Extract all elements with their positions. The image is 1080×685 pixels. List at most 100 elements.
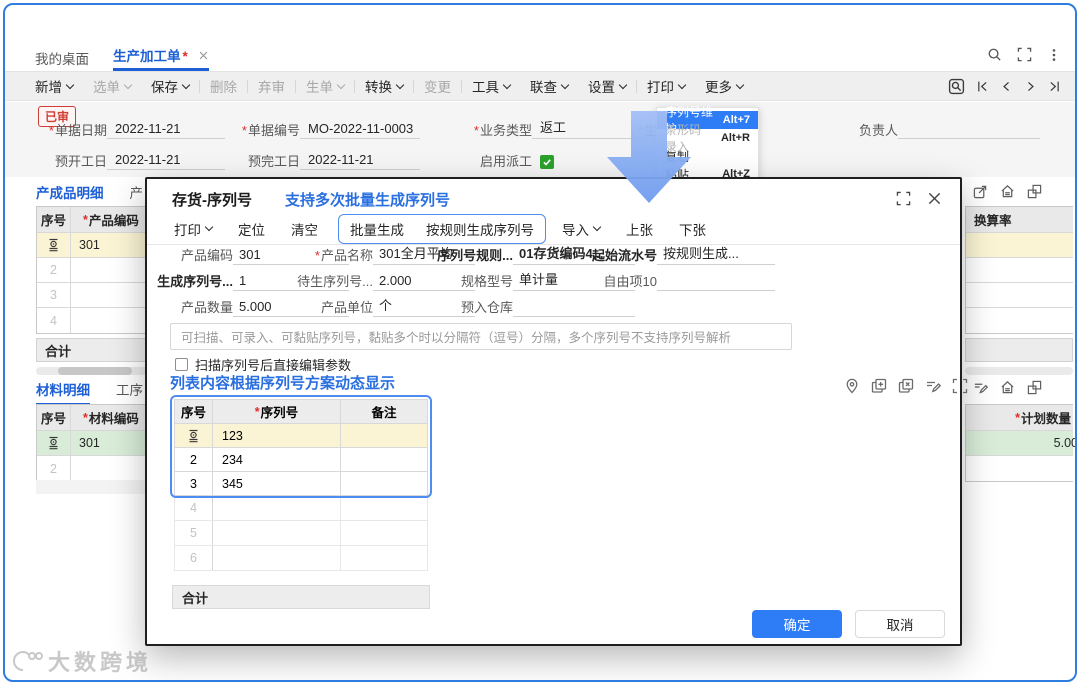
cancel-button[interactable]: 取消 <box>855 610 945 638</box>
dialog-clear-button[interactable]: 清空 <box>291 219 318 239</box>
table-row[interactable]: 123 <box>174 424 428 448</box>
serial-cell[interactable]: 345 <box>213 472 341 495</box>
toolbar-save-button[interactable]: 保存 <box>141 76 199 96</box>
table-row[interactable]: 2 <box>37 456 151 481</box>
doc-no-value[interactable]: MO-2022-11-0003 <box>300 121 420 139</box>
table-row[interactable]: 4 <box>174 496 428 521</box>
chevron-down-icon <box>618 80 628 89</box>
start-serial-value[interactable]: 按规则生成... <box>657 243 775 265</box>
toolbar-new-button[interactable]: 新增 <box>35 76 83 96</box>
doc-date-value[interactable]: 2022-11-21 <box>107 121 225 139</box>
confirm-button[interactable]: 确定 <box>752 610 842 638</box>
generate-by-rule-button[interactable]: 按规则生成序列号 <box>426 219 534 239</box>
home-icon[interactable] <box>1000 380 1015 395</box>
serial-cell[interactable]: 123 <box>213 424 341 447</box>
copy-card-delete-icon[interactable] <box>898 378 914 394</box>
table-row[interactable]: 5 <box>174 521 428 546</box>
plan-start-value[interactable]: 2022-11-21 <box>107 152 225 170</box>
toolbar-select-button[interactable]: 选单 <box>83 76 141 96</box>
tab-material-detail[interactable]: 材料明细 <box>36 379 90 406</box>
remark-cell[interactable] <box>341 448 427 471</box>
toolbar-more-button[interactable]: 更多 <box>695 76 753 96</box>
remark-cell[interactable] <box>341 472 427 495</box>
table-row[interactable]: 5.00 <box>966 431 1075 456</box>
table-row[interactable]: 2 <box>37 258 151 283</box>
table-row[interactable] <box>966 456 1073 481</box>
layout-grid-icon[interactable] <box>1027 184 1042 199</box>
toolbar-generate-button[interactable]: 生单 <box>296 76 354 96</box>
toolbar-unapprove-button[interactable]: 弃审 <box>248 76 295 96</box>
app-screen: 我的桌面 生产加工单 * 新增 选单 保存 删除 弃审 生单 转换 变更 工具 联… <box>0 0 1080 685</box>
toolbar-print-button[interactable]: 打印 <box>637 76 695 96</box>
previous-record-icon[interactable] <box>1000 80 1013 93</box>
first-record-icon[interactable] <box>976 80 989 93</box>
manager-value[interactable] <box>898 121 1040 139</box>
tab-my-desktop[interactable]: 我的桌面 <box>35 48 89 68</box>
table-row[interactable]: 301 <box>37 233 151 258</box>
table-row[interactable]: 4 <box>37 308 151 333</box>
dialog-print-button[interactable]: 打印 <box>174 219 214 239</box>
location-pin-icon[interactable] <box>844 378 860 394</box>
table-row[interactable]: 2 234 <box>174 448 428 472</box>
start-serial-field[interactable]: 起始流水号 按规则生成... <box>577 245 775 265</box>
remark-cell[interactable] <box>341 424 427 447</box>
layout-grid-icon[interactable] <box>1027 380 1042 395</box>
last-record-icon[interactable] <box>1048 80 1061 93</box>
serial-scan-input[interactable]: 可扫描、可录入、可黏贴序列号，黏贴多个时以分隔符（逗号）分隔，多个序列号不支持序… <box>170 323 792 350</box>
batch-generate-button[interactable]: 批量生成 <box>350 219 404 239</box>
free-item-10-value[interactable] <box>657 273 775 291</box>
search-icon[interactable] <box>987 47 1002 62</box>
toolbar-settings-button[interactable]: 设置 <box>578 76 636 96</box>
warehouse-value[interactable] <box>513 299 635 317</box>
toolbar-change-button[interactable]: 变更 <box>414 76 461 96</box>
tab-production-order[interactable]: 生产加工单 * <box>113 45 209 71</box>
tab-close-icon[interactable] <box>198 50 209 61</box>
table-row[interactable]: 6 <box>174 546 428 571</box>
table-row[interactable] <box>966 308 1073 333</box>
table-row[interactable]: 3 345 <box>174 472 428 496</box>
batch-edit-icon[interactable] <box>925 378 941 394</box>
previous-doc-button[interactable]: 上张 <box>626 219 653 239</box>
external-link-icon[interactable] <box>973 184 988 199</box>
batch-edit-icon[interactable] <box>973 380 988 395</box>
table-row[interactable] <box>966 258 1073 283</box>
dialog-locate-button[interactable]: 定位 <box>238 219 265 239</box>
toolbar-tools-button[interactable]: 工具 <box>462 76 520 96</box>
dispatch-checkbox-checked[interactable] <box>540 155 554 169</box>
expand-icon[interactable] <box>952 378 968 394</box>
doc-no-field[interactable]: *单据编号 MO-2022-11-0003 <box>236 119 420 139</box>
copy-card-add-icon[interactable] <box>871 378 887 394</box>
table-row[interactable] <box>966 283 1073 308</box>
scrollbar-thumb[interactable] <box>58 367 132 375</box>
table-row[interactable]: 3 <box>37 283 151 308</box>
toolbar-linkquery-button[interactable]: 联查 <box>520 76 578 96</box>
free-item-10-field[interactable]: 自由项10 <box>577 271 775 291</box>
manager-field[interactable]: 负责人 <box>850 119 1040 139</box>
dialog-import-button[interactable]: 导入 <box>562 219 602 239</box>
next-doc-button[interactable]: 下张 <box>679 219 706 239</box>
tab-product-next-clipped[interactable]: 产 <box>130 182 144 202</box>
table-row[interactable]: 301 <box>37 431 151 456</box>
toolbar-convert-button[interactable]: 转换 <box>355 76 413 96</box>
warehouse-field[interactable]: 预入仓库 <box>423 297 635 317</box>
toolbar-delete-button[interactable]: 删除 <box>200 76 247 96</box>
horizontal-scrollbar[interactable] <box>36 367 152 375</box>
plan-start-field[interactable]: 预开工日 2022-11-21 <box>43 150 225 170</box>
doc-date-field[interactable]: *单据日期 2022-11-21 <box>43 119 225 139</box>
close-icon[interactable] <box>927 191 942 206</box>
checkbox-unchecked[interactable] <box>175 358 188 371</box>
serial-cell[interactable]: 234 <box>213 448 341 471</box>
home-icon[interactable] <box>1000 184 1015 199</box>
plan-end-field[interactable]: 预完工日 2022-11-21 <box>236 150 420 170</box>
browse-icon[interactable] <box>948 78 965 95</box>
maximize-icon[interactable] <box>896 191 911 206</box>
tab-product-detail[interactable]: 产成品明细 <box>36 182 104 209</box>
more-vertical-icon[interactable] <box>1047 48 1061 62</box>
horizontal-scrollbar[interactable] <box>965 367 1073 375</box>
tab-process-clipped[interactable]: 工序 <box>116 379 143 399</box>
next-record-icon[interactable] <box>1024 80 1037 93</box>
fullscreen-icon[interactable] <box>1017 47 1032 62</box>
plan-end-value[interactable]: 2022-11-21 <box>300 152 420 170</box>
required-mark: * <box>1015 410 1020 425</box>
table-row[interactable] <box>966 233 1073 258</box>
